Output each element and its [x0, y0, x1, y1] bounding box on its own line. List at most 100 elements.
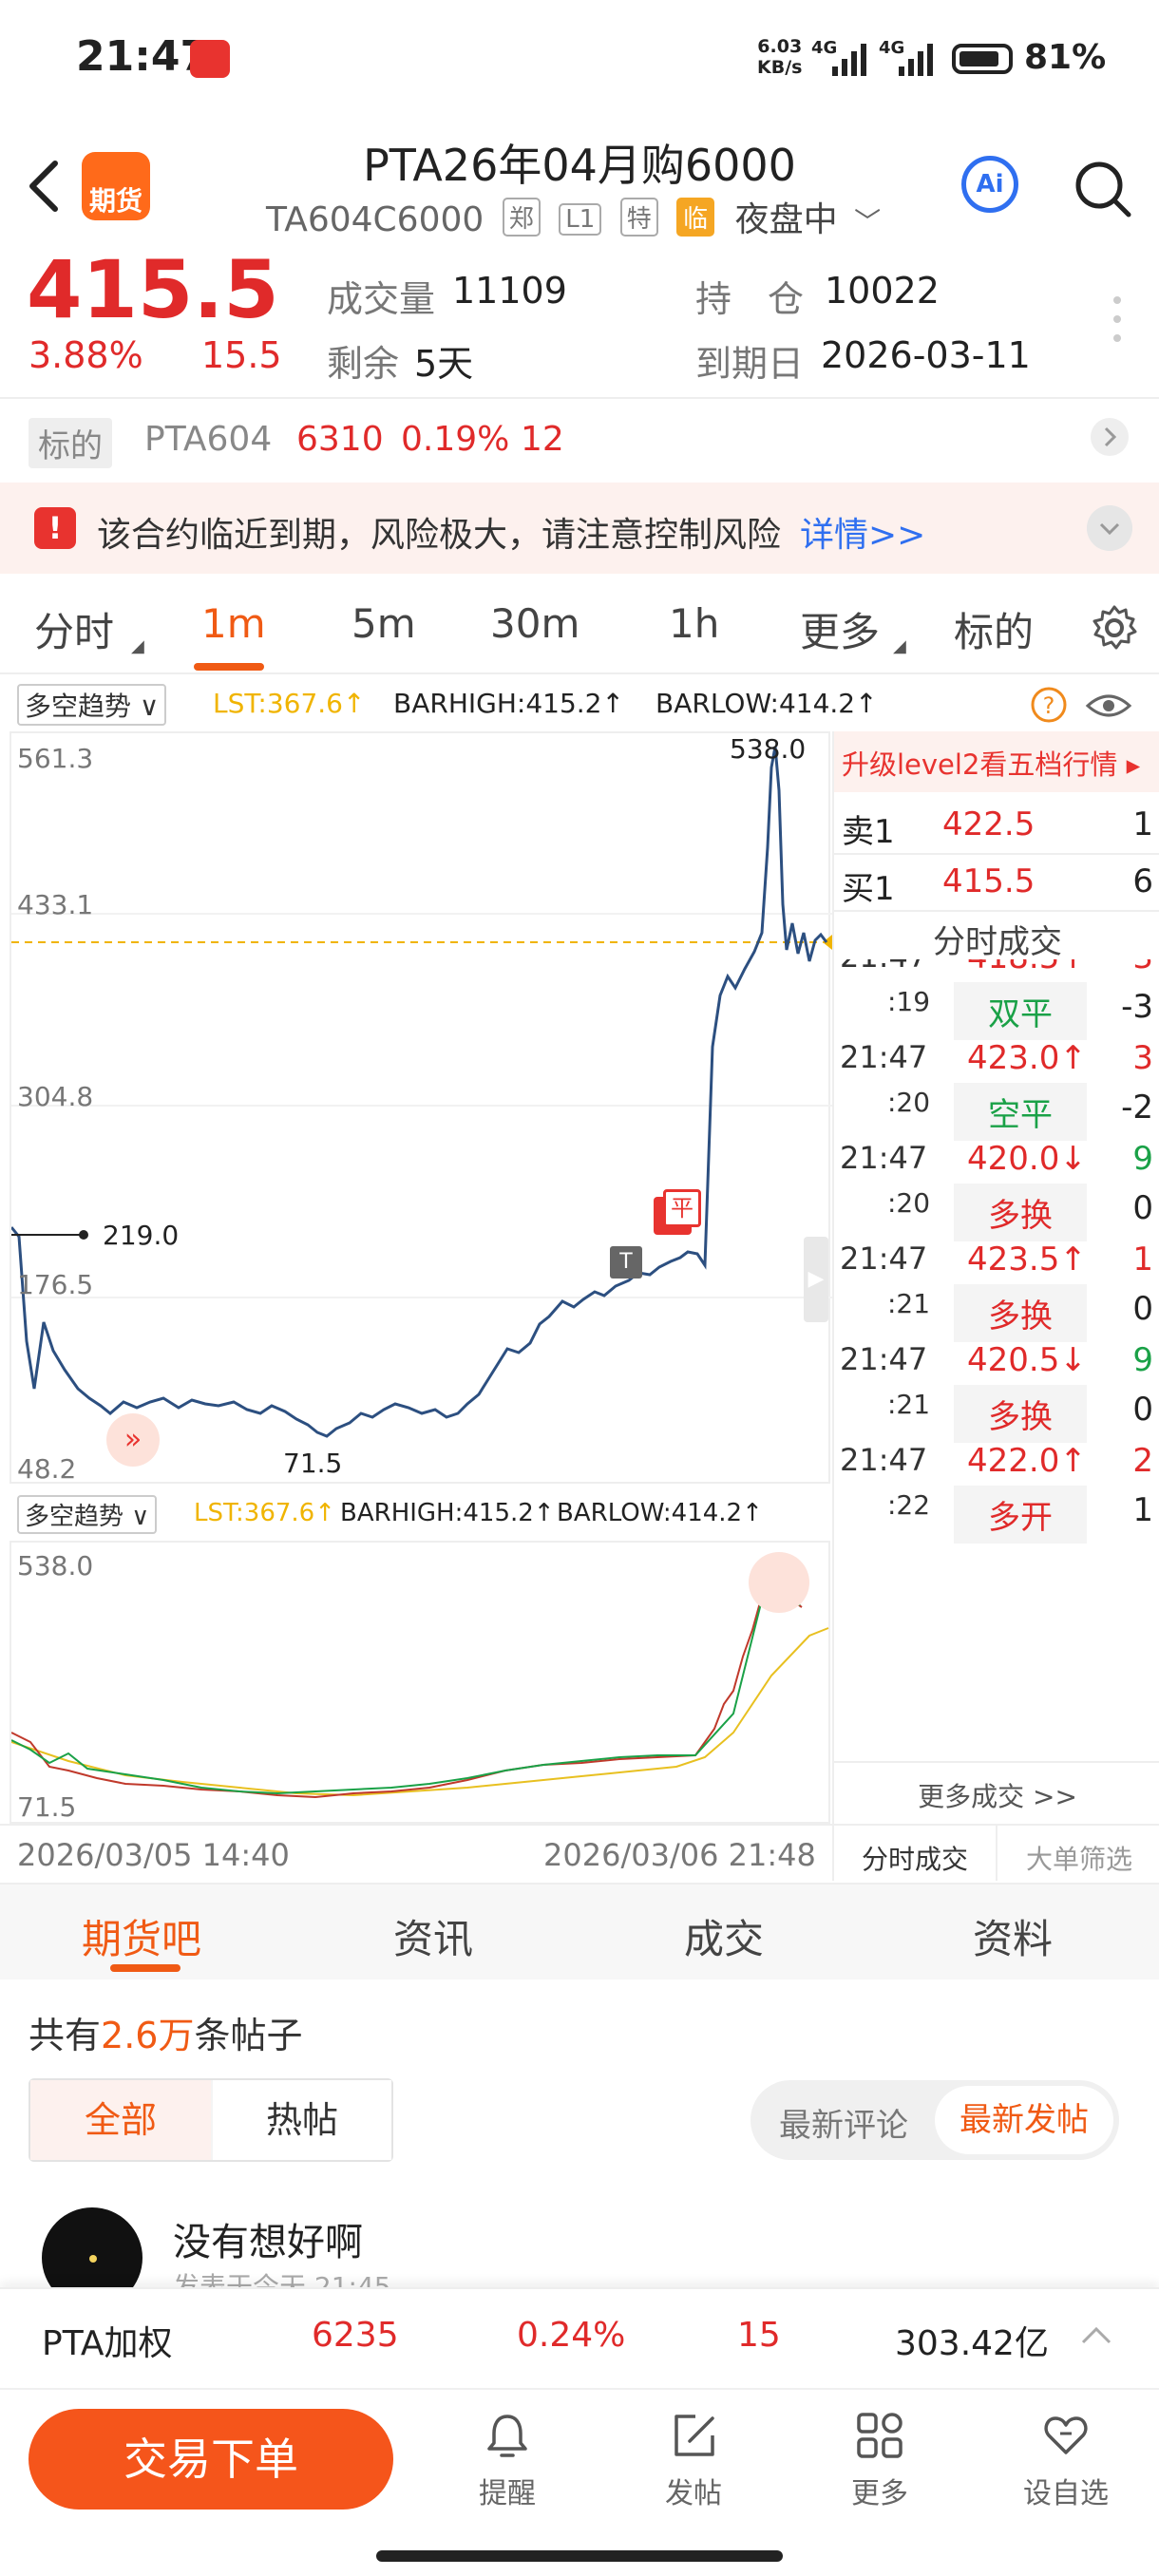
tick-qty: 9: [1132, 1140, 1153, 1178]
nav-post[interactable]: 发帖: [636, 2411, 750, 2511]
indicator-chart[interactable]: 538.0 71.5: [10, 1541, 830, 1824]
tab-news[interactable]: 资讯: [393, 1907, 473, 1965]
ask-row: 卖1 422.5 1: [834, 798, 1159, 853]
indicator-line-green: [10, 1566, 801, 1795]
tick-list[interactable]: 21:47418.5↑3:19双平-321:47423.0↑3:20空平-221…: [834, 959, 1159, 1544]
battery-fill: [960, 51, 998, 66]
tick-seconds: :21: [887, 1389, 931, 1420]
dropdown-corner-icon: ◢: [131, 636, 144, 656]
tick-time: 21:47: [840, 1140, 928, 1176]
search-icon[interactable]: [1074, 160, 1132, 218]
underlying-row[interactable]: 标的 PTA604 6310 0.19% 12: [0, 397, 1159, 477]
network-speed: 6.03 KB/s: [757, 36, 802, 78]
sort-latest-post[interactable]: 最新发帖: [935, 2086, 1113, 2154]
tick-time: 21:47: [840, 1341, 928, 1377]
tab-trades[interactable]: 成交: [684, 1907, 764, 1965]
signal-2-icon: [899, 44, 933, 76]
post-count-suffix: 条帖子: [194, 2015, 303, 2056]
trade-marker-close[interactable]: 平: [663, 1189, 701, 1227]
chevron-up-icon[interactable]: [1079, 2323, 1113, 2346]
y-label-top: 561.3: [17, 743, 94, 774]
gear-icon[interactable]: [1091, 604, 1138, 652]
collapse-chevron-icon[interactable]: [1087, 505, 1132, 551]
level-tag: L1: [559, 203, 602, 236]
tick-qty: 1: [1132, 1241, 1153, 1279]
warning-details-link[interactable]: 详情>>: [800, 507, 925, 557]
ask-qty: 1: [1132, 805, 1153, 843]
filter-hot[interactable]: 热帖: [213, 2080, 391, 2160]
tick-qty: 12: [1112, 1543, 1153, 1544]
indicator-line-red: [10, 1560, 803, 1799]
compose-icon: [674, 2415, 714, 2456]
indicator-selector[interactable]: 多空趋势 ∨: [17, 684, 167, 726]
ask-label: 卖1: [842, 813, 895, 851]
underlying-change: 12: [521, 420, 564, 459]
tab-more[interactable]: 更多: [800, 600, 880, 658]
help-icon[interactable]: ?: [1030, 686, 1068, 724]
battery-percent: 81%: [1024, 38, 1107, 77]
upgrade-level2-link[interactable]: 升级level2看五档行情 ▸: [834, 731, 1159, 792]
nav-alert[interactable]: 提醒: [450, 2411, 564, 2511]
chart-date-range: 2026/03/05 14:40 2026/03/06 21:48: [0, 1824, 832, 1881]
sort-latest-comment[interactable]: 最新评论: [779, 2099, 908, 2146]
trade-order-button[interactable]: 交易下单: [28, 2409, 393, 2510]
heart-add-icon: [1044, 2416, 1088, 2454]
tick-price: 423.5↑: [967, 1241, 1087, 1279]
net-speed-unit: KB/s: [757, 57, 803, 78]
warning-text: 该合约临近到期，风险极大，请注意控制风险: [97, 516, 782, 555]
tick-type-qty: 1: [1132, 1491, 1153, 1529]
tick-type: 多换: [954, 1284, 1087, 1342]
more-ticks-link[interactable]: 更多成交 >>: [834, 1761, 1159, 1824]
tick-type-qty: 0: [1132, 1290, 1153, 1328]
more-vertical-icon[interactable]: [1113, 296, 1121, 353]
tab-1h[interactable]: 1h: [669, 600, 719, 647]
bid-label: 买1: [842, 870, 895, 908]
price-chart[interactable]: 561.3 433.1 304.8 176.5 48.2 538.0 71.5 …: [10, 731, 832, 1485]
filter-all[interactable]: 全部: [30, 2080, 211, 2160]
tab-30m[interactable]: 30m: [490, 600, 580, 647]
tick-type: 多换: [954, 1184, 1087, 1241]
y-label-4: 176.5: [17, 1269, 94, 1300]
chart-handle-icon[interactable]: ▶: [804, 1237, 828, 1322]
battery-icon: [952, 44, 1013, 74]
tab-intraday[interactable]: 分时: [34, 600, 114, 658]
post-username[interactable]: 没有想好啊: [173, 2211, 363, 2266]
y-label-bottom: 48.2: [17, 1453, 77, 1485]
tick-time: 21:47: [840, 1241, 928, 1277]
indicator-lst: LST:367.6↑: [213, 688, 366, 719]
expiry-label: 到期日: [695, 343, 805, 385]
y-label-3: 304.8: [17, 1081, 94, 1112]
tab-large-orders[interactable]: 大单筛选: [998, 1824, 1159, 1881]
upgrade-text: 升级level2看五档行情: [842, 748, 1118, 781]
t-marker[interactable]: T: [610, 1246, 642, 1279]
tab-ticks[interactable]: 分时成交: [834, 1824, 998, 1881]
index-ticker-bar[interactable]: PTA加权 6235 0.24% 15 303.42亿: [0, 2287, 1159, 2388]
nav-more[interactable]: 更多: [823, 2411, 937, 2511]
tab-futures-forum[interactable]: 期货吧: [82, 1907, 201, 1965]
sub-indicator-selector[interactable]: 多空趋势 ∨: [17, 1495, 158, 1534]
eye-icon[interactable]: [1085, 690, 1132, 722]
nav-watchlist[interactable]: 设自选: [1009, 2411, 1123, 2511]
post-count-prefix: 共有: [28, 2015, 102, 2056]
home-indicator: [376, 2550, 783, 2562]
underlying-pct: 0.19%: [401, 420, 510, 459]
section-tab-underline: [110, 1964, 180, 1972]
tab-info[interactable]: 资料: [973, 1907, 1053, 1965]
underlying-code: PTA604: [144, 420, 273, 459]
ai-assistant-button[interactable]: Ai: [961, 156, 1018, 213]
nav-post-label: 发帖: [665, 2477, 722, 2510]
special-tag: 特: [619, 198, 658, 237]
tab-5m[interactable]: 5m: [352, 600, 416, 647]
tick-time: 21:47: [840, 1039, 928, 1075]
tick-qty: 9: [1132, 1341, 1153, 1379]
signal-1-icon: [832, 44, 866, 76]
post-count: 共有2.6万条帖子: [28, 2006, 302, 2058]
tab-underlying[interactable]: 标的: [954, 600, 1034, 658]
expand-chart-icon[interactable]: »: [106, 1413, 160, 1467]
tab-1m[interactable]: 1m: [201, 600, 266, 647]
sub-y-bottom: 71.5: [17, 1791, 77, 1823]
tick-price: 420.0↓: [967, 1140, 1087, 1178]
contract-subline[interactable]: TA604C6000 郑 L1 特 临 夜盘中 ﹀: [266, 192, 881, 241]
high-price-label: 538.0: [730, 733, 807, 765]
index-price: 6235: [312, 2316, 399, 2355]
